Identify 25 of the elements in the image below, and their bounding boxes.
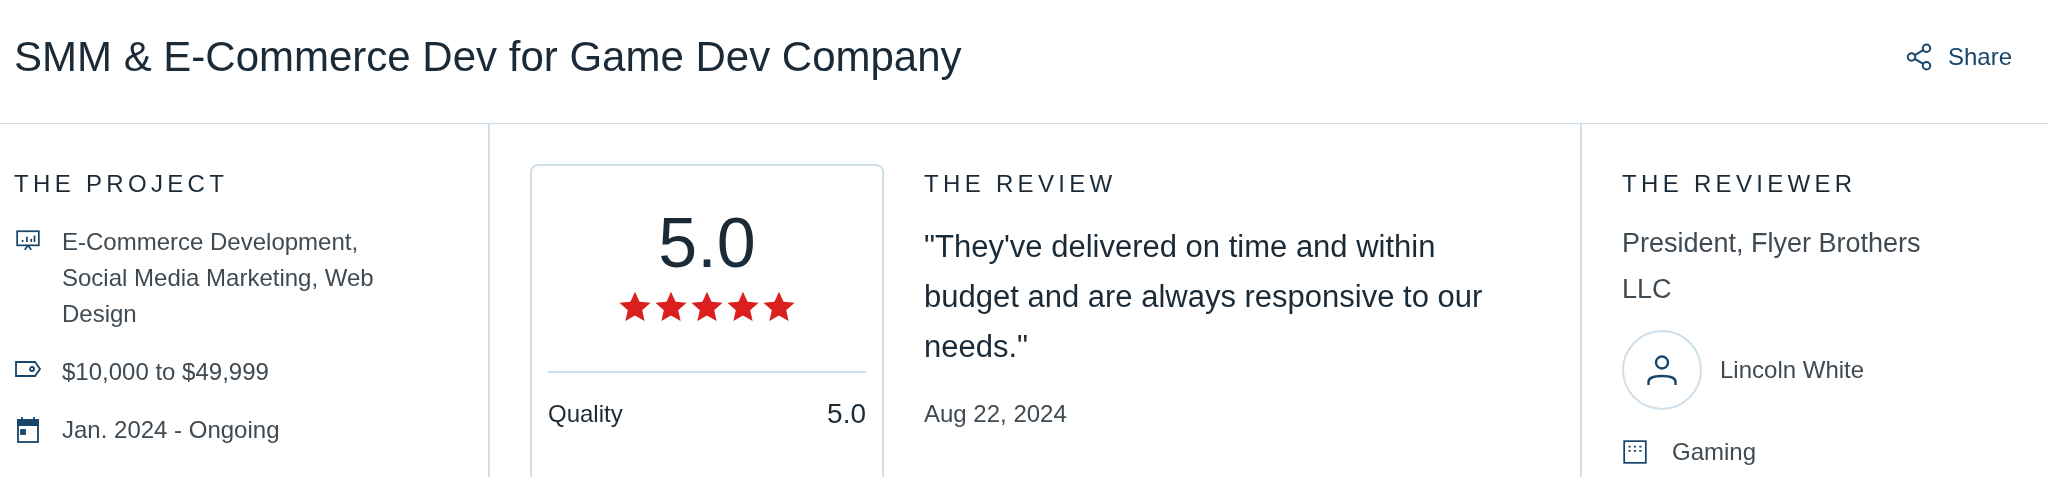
section-heading: THE REVIEW	[924, 169, 1118, 199]
reviewer-industry: Gaming	[1672, 437, 1757, 467]
section-heading: THE PROJECT	[14, 169, 230, 199]
reviewer-position: President, Flyer Brothers LLC	[1622, 227, 1922, 306]
review-quote: "They've delivered on time and within budget and are always responsive to our needs."	[924, 228, 1484, 366]
building-icon	[1622, 439, 1648, 465]
star-icon	[726, 290, 760, 323]
avatar-icon	[1622, 330, 1702, 410]
page-title: SMM & E-Commerce Dev for Game Dev Company	[14, 32, 962, 82]
rating-value: 5.0	[827, 397, 866, 431]
share-link[interactable]: Share	[1903, 38, 2012, 75]
star-icon	[618, 290, 652, 323]
timeline-text: Jan. 2024 - Ongoing	[62, 415, 281, 445]
reviewer-name: Lincoln White	[1720, 355, 1865, 385]
review-date: Aug 22, 2024	[924, 399, 1068, 429]
star-icon	[690, 290, 724, 323]
services-text: E-Commerce Development, Social Media Marketing, Web Design	[62, 227, 375, 329]
rating-label: Quality	[548, 399, 623, 429]
star-icon	[762, 290, 796, 323]
price-tag-icon	[14, 358, 42, 380]
budget-text: $10,000 to $49,999	[62, 357, 270, 387]
calendar-icon	[16, 416, 40, 444]
star-icon	[654, 290, 688, 323]
section-heading: THE REVIEWER	[1622, 169, 1858, 199]
overall-score: 5.0	[657, 208, 757, 278]
